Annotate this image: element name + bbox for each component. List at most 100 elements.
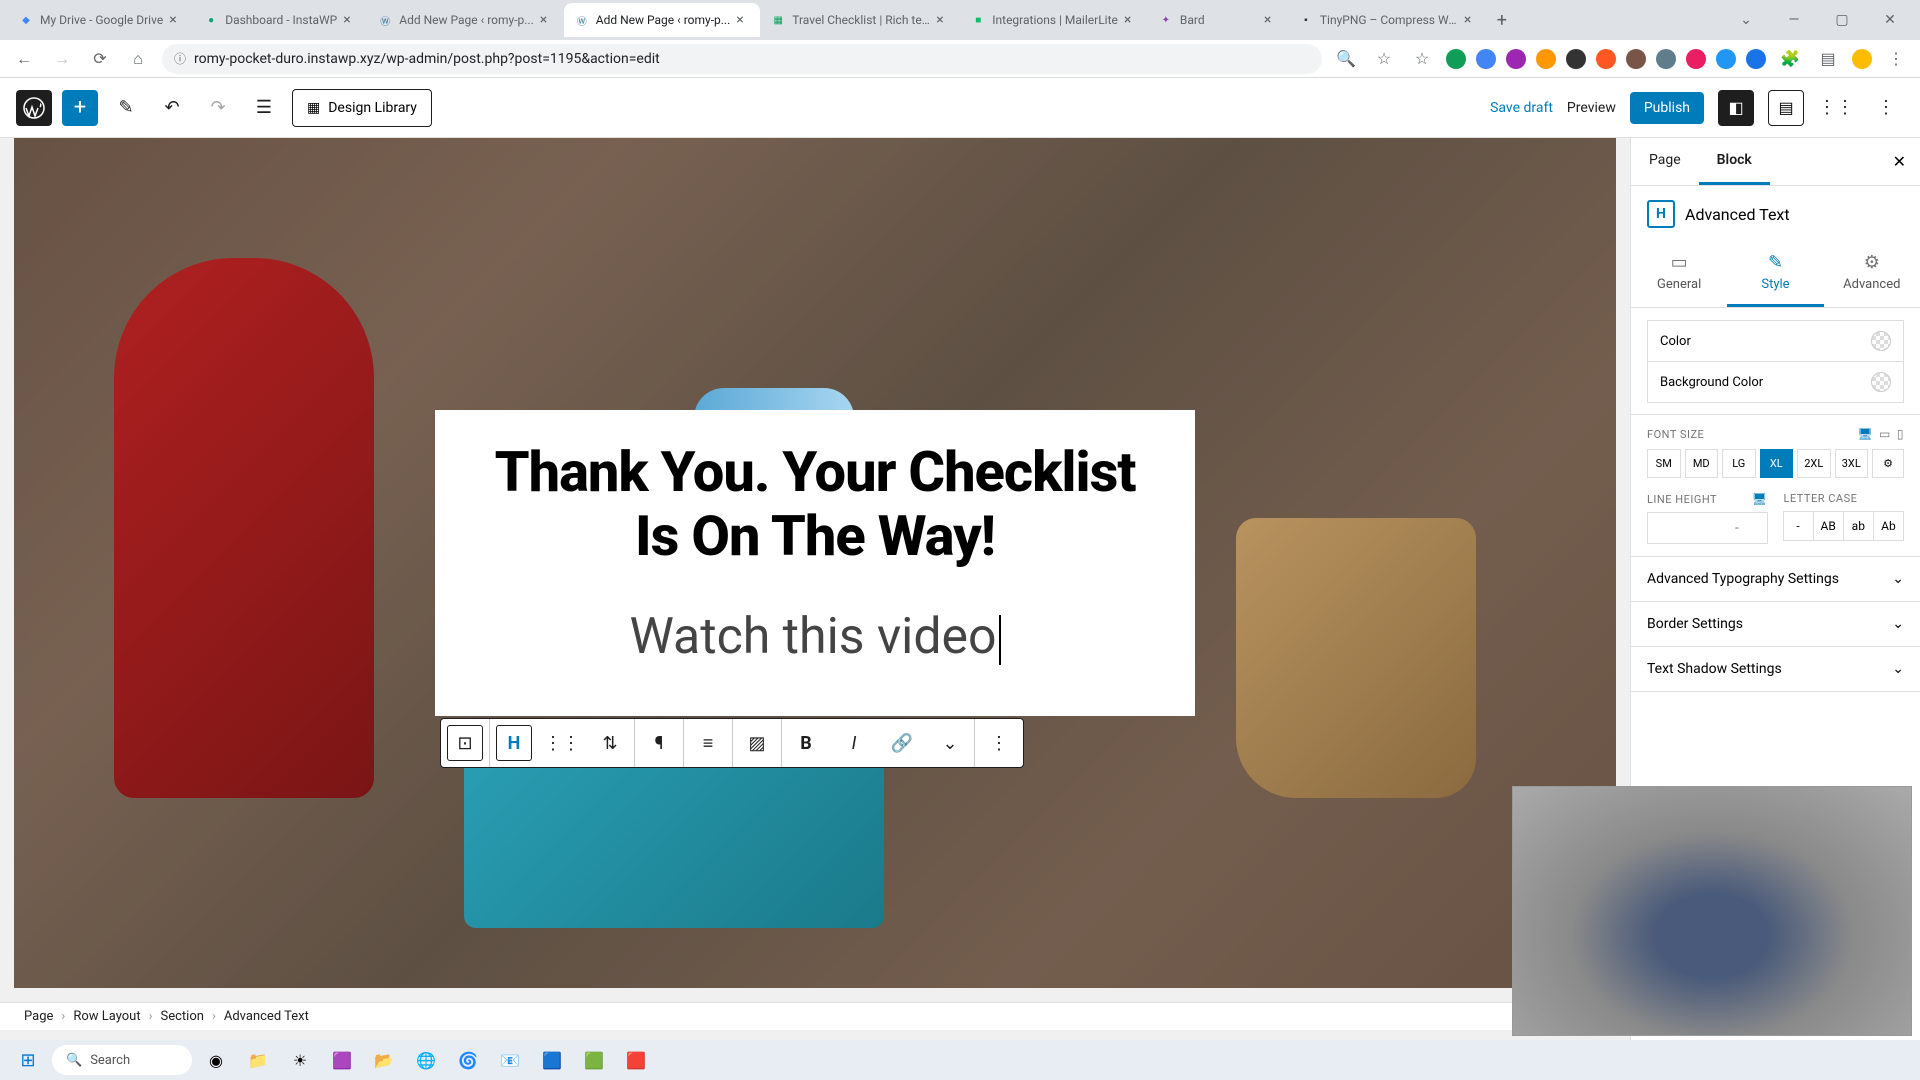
- home-button[interactable]: ⌂: [124, 45, 152, 73]
- chrome-icon[interactable]: 🌐: [408, 1044, 444, 1076]
- save-draft-button[interactable]: Save draft: [1490, 100, 1553, 116]
- maximize-button[interactable]: ▢: [1820, 5, 1864, 35]
- extension-icon[interactable]: [1596, 49, 1616, 69]
- more-options-icon[interactable]: ⋮: [1868, 90, 1904, 126]
- lineheight-input[interactable]: -: [1647, 512, 1768, 544]
- extension-icon[interactable]: [1746, 49, 1766, 69]
- tab-block[interactable]: Block: [1699, 138, 1770, 185]
- size-lg[interactable]: LG: [1722, 449, 1756, 478]
- browser-tab[interactable]: ▦Travel Checklist | Rich tex...×: [760, 3, 960, 37]
- extension-icon[interactable]: [1476, 49, 1496, 69]
- settings-sidebar-button[interactable]: ◧: [1718, 90, 1754, 126]
- bold-button[interactable]: B: [782, 719, 830, 767]
- explorer-icon[interactable]: 📁: [240, 1044, 276, 1076]
- browser-tab[interactable]: ✦Bard×: [1148, 3, 1288, 37]
- breadcrumb-item[interactable]: Row Layout: [73, 1009, 140, 1024]
- breadcrumb-item[interactable]: Section: [161, 1009, 204, 1024]
- advanced-text-block[interactable]: Watch this video: [475, 608, 1155, 666]
- plugin-button[interactable]: ▤: [1768, 90, 1804, 126]
- desktop-icon[interactable]: 🖥: [1752, 492, 1768, 506]
- share-icon[interactable]: ☆: [1370, 45, 1398, 73]
- extension-icon[interactable]: [1536, 49, 1556, 69]
- heading-text[interactable]: Thank You. Your Checklist Is On The Way!: [475, 440, 1155, 569]
- panel-shadow[interactable]: Text Shadow Settings⌄: [1631, 647, 1920, 692]
- custom-size-icon[interactable]: ⚙: [1872, 449, 1904, 478]
- folder-icon[interactable]: 📂: [366, 1044, 402, 1076]
- site-info-icon[interactable]: ⓘ: [174, 50, 186, 67]
- redo-button[interactable]: ↷: [200, 90, 236, 126]
- new-tab-button[interactable]: +: [1488, 6, 1516, 34]
- publish-button[interactable]: Publish: [1630, 92, 1704, 124]
- add-block-button[interactable]: +: [62, 90, 98, 126]
- preview-button[interactable]: Preview: [1567, 100, 1616, 116]
- bookmark-icon[interactable]: ☆: [1408, 45, 1436, 73]
- chevron-down-icon[interactable]: ⌄: [926, 719, 974, 767]
- close-sidebar-button[interactable]: ✕: [1879, 138, 1920, 185]
- size-xl[interactable]: XL: [1760, 449, 1794, 478]
- forward-button[interactable]: →: [48, 45, 76, 73]
- browser-tab[interactable]: ⓌAdd New Page ‹ romy-p...×: [367, 3, 564, 37]
- color-swatch-icon[interactable]: [1871, 372, 1891, 392]
- extension-icon[interactable]: [1506, 49, 1526, 69]
- app-icon[interactable]: 🟦: [534, 1044, 570, 1076]
- edge-icon[interactable]: 🌀: [450, 1044, 486, 1076]
- close-icon[interactable]: ×: [1464, 13, 1478, 27]
- close-icon[interactable]: ×: [1264, 13, 1278, 27]
- size-2xl[interactable]: 2XL: [1797, 449, 1831, 478]
- breadcrumb-item[interactable]: Page: [24, 1009, 53, 1024]
- close-icon[interactable]: ×: [736, 13, 750, 27]
- extensions-icon[interactable]: 🧩: [1776, 45, 1804, 73]
- subtab-general[interactable]: ▭General: [1631, 242, 1727, 307]
- undo-button[interactable]: ↶: [154, 90, 190, 126]
- outlook-icon[interactable]: 📧: [492, 1044, 528, 1076]
- avatar[interactable]: [1852, 49, 1872, 69]
- size-md[interactable]: MD: [1685, 449, 1719, 478]
- edit-tool-icon[interactable]: ✎: [108, 90, 144, 126]
- extension-icon[interactable]: [1446, 49, 1466, 69]
- desktop-icon[interactable]: 🖥: [1857, 427, 1873, 441]
- case-lower[interactable]: ab: [1843, 511, 1874, 541]
- app-icon[interactable]: 🟥: [618, 1044, 654, 1076]
- link-button[interactable]: 🔗: [878, 719, 926, 767]
- sidepanel-icon[interactable]: ▤: [1814, 45, 1842, 73]
- url-input[interactable]: ⓘ romy-pocket-duro.instawp.xyz/wp-admin/…: [162, 44, 1322, 74]
- extension-icon[interactable]: [1626, 49, 1646, 69]
- close-icon[interactable]: ×: [1124, 13, 1138, 27]
- extension-icon[interactable]: [1566, 49, 1586, 69]
- extension-icon[interactable]: [1716, 49, 1736, 69]
- list-view-button[interactable]: ☰: [246, 90, 282, 126]
- browser-tab-active[interactable]: ⓌAdd New Page ‹ romy-p...×: [564, 3, 761, 37]
- breadcrumb-item[interactable]: Advanced Text: [224, 1009, 309, 1024]
- image-icon[interactable]: ▨: [733, 719, 781, 767]
- taskview-icon[interactable]: ◉: [198, 1044, 234, 1076]
- app-icon[interactable]: 🟪: [324, 1044, 360, 1076]
- subtab-advanced[interactable]: ⚙Advanced: [1824, 242, 1920, 307]
- back-button[interactable]: ←: [10, 45, 38, 73]
- drag-handle-icon[interactable]: ⋮⋮: [538, 719, 586, 767]
- extension-icon[interactable]: [1656, 49, 1676, 69]
- taskbar-search[interactable]: 🔍Search: [52, 1045, 192, 1075]
- move-up-down-icon[interactable]: ⇅: [586, 719, 634, 767]
- close-icon[interactable]: ×: [169, 13, 183, 27]
- close-icon[interactable]: ×: [540, 13, 554, 27]
- design-library-button[interactable]: ▦ Design Library: [292, 89, 432, 127]
- size-sm[interactable]: SM: [1647, 449, 1681, 478]
- extension-icon[interactable]: [1686, 49, 1706, 69]
- block-type-icon[interactable]: H: [496, 725, 532, 761]
- browser-tab[interactable]: ●Dashboard - InstaWP×: [193, 3, 367, 37]
- case-cap[interactable]: Ab: [1873, 511, 1904, 541]
- app-icon[interactable]: 🟩: [576, 1044, 612, 1076]
- tablet-icon[interactable]: ▭: [1879, 427, 1891, 441]
- zoom-icon[interactable]: 🔍: [1332, 45, 1360, 73]
- content-block[interactable]: Thank You. Your Checklist Is On The Way!…: [435, 410, 1195, 717]
- subtab-style[interactable]: ✎Style: [1727, 242, 1823, 307]
- select-parent-icon[interactable]: ⊡: [447, 725, 483, 761]
- close-icon[interactable]: ×: [936, 13, 950, 27]
- menu-icon[interactable]: ⋮: [1882, 45, 1910, 73]
- color-setting[interactable]: Color: [1647, 320, 1904, 362]
- close-icon[interactable]: ×: [343, 13, 357, 27]
- weather-icon[interactable]: ☀: [282, 1044, 318, 1076]
- size-3xl[interactable]: 3XL: [1835, 449, 1869, 478]
- editor-canvas[interactable]: Thank You. Your Checklist Is On The Way!…: [14, 138, 1616, 988]
- reload-button[interactable]: ⟳: [86, 45, 114, 73]
